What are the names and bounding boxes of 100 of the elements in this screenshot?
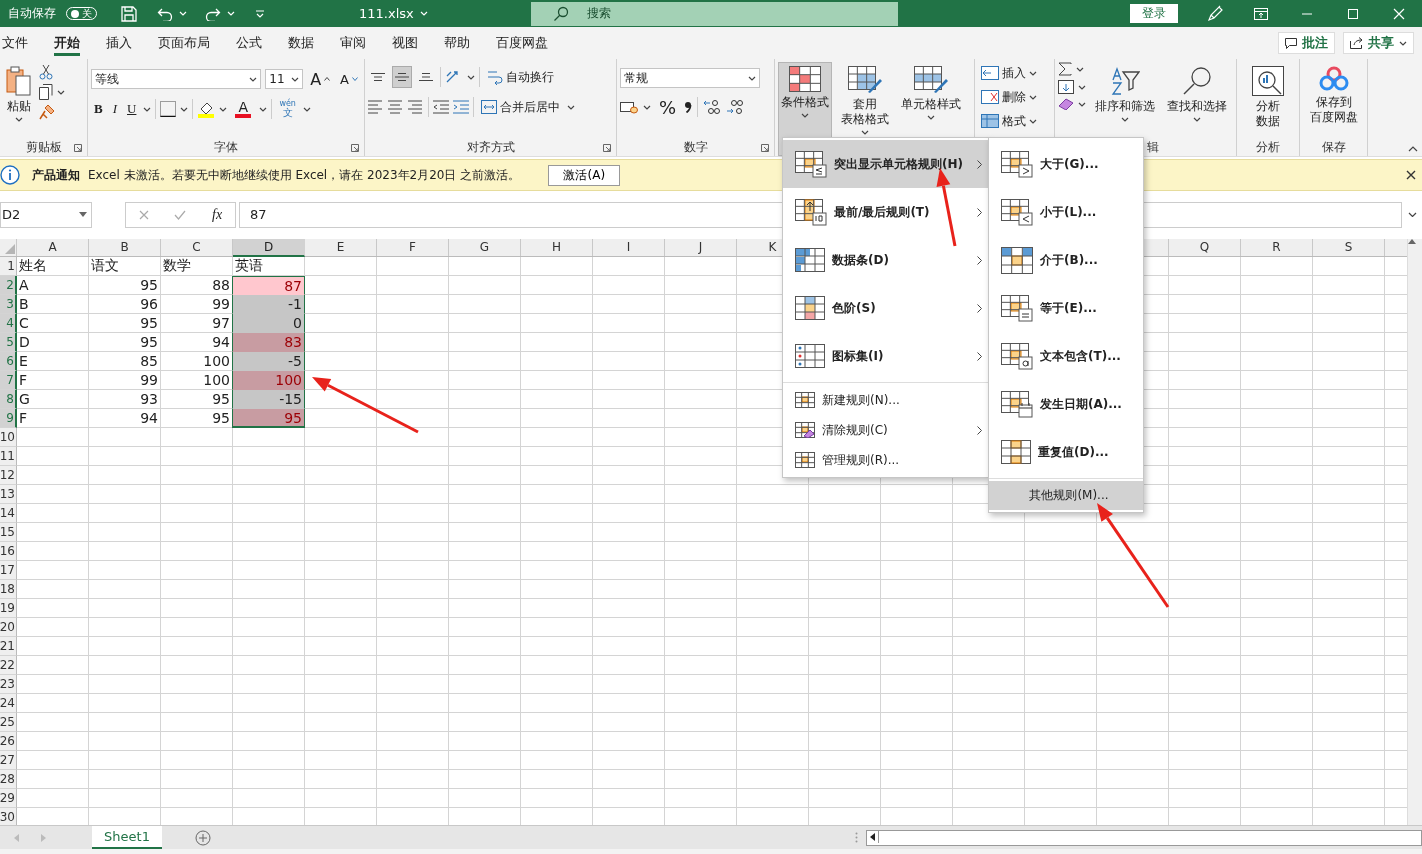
column-header[interactable]: Q	[1169, 239, 1241, 256]
ribbon-tab[interactable]: 帮助	[431, 27, 483, 59]
column-header[interactable]: C	[161, 239, 233, 256]
vertical-align-button[interactable]	[392, 66, 412, 88]
row-header[interactable]: 24	[0, 694, 17, 713]
cells-button[interactable]: 删除	[978, 86, 1051, 108]
dialog-launcher-icon[interactable]	[351, 144, 359, 152]
row-header[interactable]: 12	[0, 466, 17, 485]
menu-item[interactable]: 图标集(I)	[783, 332, 988, 380]
sheet-tab[interactable]: Sheet1	[92, 826, 162, 849]
row-header[interactable]: 3	[0, 295, 17, 314]
column-header[interactable]: G	[449, 239, 521, 256]
menu-item[interactable]: 色阶(S)	[783, 284, 988, 332]
row-header[interactable]: 2	[0, 276, 17, 295]
dialog-launcher-icon[interactable]	[761, 144, 769, 152]
font-name-field[interactable]: 等线	[91, 69, 262, 89]
sign-in-button[interactable]: 登录	[1130, 4, 1178, 23]
ribbon-tab[interactable]: 页面布局	[145, 27, 223, 59]
scroll-up-icon[interactable]	[1408, 239, 1416, 244]
dialog-launcher-icon[interactable]	[74, 144, 82, 152]
redo-icon[interactable]	[205, 6, 221, 21]
add-sheet-icon[interactable]	[195, 829, 211, 846]
menu-item[interactable]: 介于(B)...	[989, 236, 1143, 284]
sum-icon[interactable]	[1058, 62, 1072, 76]
collapse-ribbon-icon[interactable]	[1408, 146, 1418, 152]
percent-button[interactable]: %	[656, 96, 680, 118]
ribbon-tab[interactable]: 数据	[275, 27, 327, 59]
row-header[interactable]: 14	[0, 504, 17, 523]
row-header[interactable]: 9	[0, 409, 17, 428]
font-color-button[interactable]: A	[231, 98, 256, 120]
analyze-data-button[interactable]: 分析 数据	[1249, 62, 1287, 138]
save-to-cloud-button[interactable]: 保存到 百度网盘	[1306, 62, 1361, 138]
close-icon[interactable]	[1406, 170, 1416, 180]
maximize-icon[interactable]	[1347, 7, 1359, 20]
sort-filter-button[interactable]: 排序和筛选	[1092, 62, 1158, 138]
fill-down-icon[interactable]	[1058, 80, 1074, 94]
row-header[interactable]: 15	[0, 523, 17, 542]
menu-item[interactable]: 等于(E)...	[989, 284, 1143, 332]
format-painter-icon[interactable]	[39, 104, 55, 120]
row-header[interactable]: 19	[0, 599, 17, 618]
find-select-button[interactable]: 查找和选择	[1164, 62, 1230, 138]
share-button[interactable]: 共享	[1343, 32, 1414, 54]
row-header[interactable]: 23	[0, 675, 17, 694]
activate-button[interactable]: 激活(A)	[548, 164, 621, 186]
cut-icon[interactable]	[39, 64, 53, 80]
cells-button[interactable]: 格式	[978, 110, 1051, 132]
menu-item[interactable]: 文本包含(T)...	[989, 332, 1143, 380]
row-header[interactable]: 29	[0, 789, 17, 808]
row-header[interactable]: 27	[0, 751, 17, 770]
ribbon-tab[interactable]: 插入	[93, 27, 145, 59]
row-header[interactable]: 8	[0, 390, 17, 409]
column-header[interactable]: A	[17, 239, 89, 256]
column-header[interactable]: S	[1313, 239, 1385, 256]
menu-item[interactable]: 重复值(D)...	[989, 428, 1143, 476]
pen-icon[interactable]	[1206, 4, 1224, 23]
name-box[interactable]: D2	[0, 201, 92, 228]
row-header[interactable]: 4	[0, 314, 17, 333]
increase-decimal-icon[interactable]	[703, 99, 722, 115]
menu-item[interactable]: 数据条(D)	[783, 236, 988, 284]
column-header[interactable]: D	[233, 239, 305, 257]
cells-button[interactable]: 插入	[978, 62, 1051, 84]
ribbon-display-icon[interactable]	[1254, 7, 1268, 20]
check-icon[interactable]	[174, 209, 187, 220]
row-header[interactable]: 28	[0, 770, 17, 789]
row-header[interactable]: 1	[0, 257, 17, 276]
bold-button[interactable]: B	[91, 98, 106, 120]
row-header[interactable]: 13	[0, 485, 17, 504]
row-header[interactable]: 25	[0, 713, 17, 732]
column-header[interactable]: J	[665, 239, 737, 256]
increase-font-button[interactable]: A	[307, 68, 334, 90]
merge-center-button[interactable]: 合并后居中	[478, 96, 563, 118]
ribbon-tab[interactable]: 视图	[379, 27, 431, 59]
row-header[interactable]: 22	[0, 656, 17, 675]
ribbon-tab[interactable]: 百度网盘	[483, 27, 561, 59]
menu-item[interactable]: 管理规则(R)...	[783, 445, 988, 475]
ribbon-tab[interactable]: 开始	[41, 27, 93, 59]
comments-button[interactable]: 批注	[1278, 32, 1335, 54]
phonetic-guide-button[interactable]: wén 文	[276, 98, 299, 120]
ribbon-tab[interactable]: 文件	[0, 27, 41, 59]
horizontal-scrollbar[interactable]	[866, 829, 1422, 846]
row-header[interactable]: 18	[0, 580, 17, 599]
decrease-indent-icon[interactable]	[433, 100, 449, 114]
column-header[interactable]: I	[593, 239, 665, 256]
decrease-font-button[interactable]: A	[337, 68, 361, 90]
paste-button[interactable]: 粘贴	[3, 62, 35, 138]
ribbon-tab[interactable]: 公式	[223, 27, 275, 59]
row-header[interactable]: 30	[0, 808, 17, 825]
expand-icon[interactable]	[1407, 212, 1417, 217]
menu-item[interactable]: 其他规则(M)...	[989, 481, 1143, 510]
italic-button[interactable]: I	[109, 98, 120, 120]
ribbon-tab[interactable]: 审阅	[327, 27, 379, 59]
eraser-icon[interactable]	[1058, 98, 1074, 110]
menu-item[interactable]: 新建规则(N)...	[783, 385, 988, 415]
currency-icon[interactable]	[620, 100, 638, 114]
search-field[interactable]: 搜索	[531, 1, 898, 26]
row-header[interactable]: 20	[0, 618, 17, 637]
border-icon[interactable]	[160, 101, 177, 117]
vertical-scrollbar[interactable]	[1407, 239, 1422, 825]
menu-item[interactable]: 清除规则(C)	[783, 415, 988, 445]
menu-item[interactable]: 大于(G)...	[989, 140, 1143, 188]
